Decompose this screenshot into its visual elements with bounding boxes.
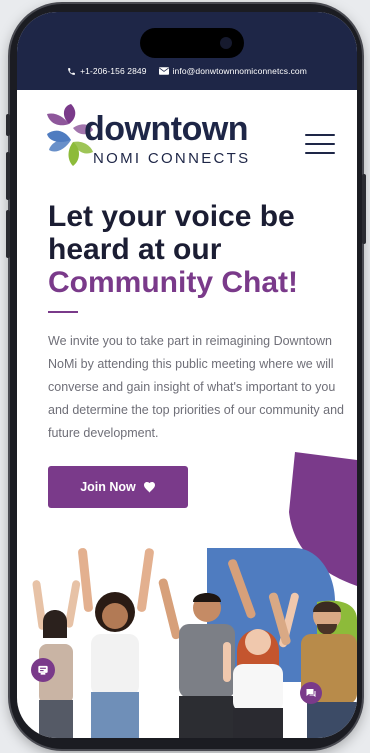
hero-title-line1: Let your voice be xyxy=(48,200,295,233)
screen: +1-206-156 2849 info@donwtownnomiconnetc… xyxy=(17,12,357,738)
accessibility-button[interactable] xyxy=(31,658,55,682)
intro-paragraph: We invite you to take part in reimaginin… xyxy=(48,334,344,440)
dynamic-island xyxy=(140,28,244,58)
volume-up-button xyxy=(6,152,10,200)
phone-number: +1-206-156 2849 xyxy=(80,66,147,76)
mute-switch xyxy=(6,114,10,136)
mail-icon xyxy=(158,67,169,75)
site-logo[interactable]: downtown NOMI CONNECTS xyxy=(47,104,262,178)
email-address: info@donwtownnomiconnetcs.com xyxy=(172,66,307,76)
logo-wordmark: downtown xyxy=(84,110,249,148)
contact-info: +1-206-156 2849 info@donwtownnomiconnetc… xyxy=(17,66,357,76)
phone-icon xyxy=(68,67,75,75)
chat-icon xyxy=(306,689,316,697)
site-header: downtown NOMI CONNECTS xyxy=(17,90,357,186)
phone-link[interactable]: +1-206-156 2849 xyxy=(67,66,147,76)
menu-icon[interactable] xyxy=(305,134,335,156)
hero-title: Let your voice be heard at our Community… xyxy=(48,200,338,299)
title-divider xyxy=(48,311,78,313)
email-link[interactable]: info@donwtownnomiconnetcs.com xyxy=(158,66,307,76)
chat-button[interactable] xyxy=(300,682,322,704)
logo-tagline: NOMI CONNECTS xyxy=(93,150,251,167)
person-2 xyxy=(78,548,154,738)
accessibility-icon xyxy=(38,665,48,675)
power-button xyxy=(362,174,366,244)
contact-bar: +1-206-156 2849 info@donwtownnomiconnetc… xyxy=(17,12,357,90)
hero-title-line2: heard at our xyxy=(48,233,222,266)
hero-title-accent: Community Chat! xyxy=(48,266,298,299)
volume-down-button xyxy=(6,210,10,258)
